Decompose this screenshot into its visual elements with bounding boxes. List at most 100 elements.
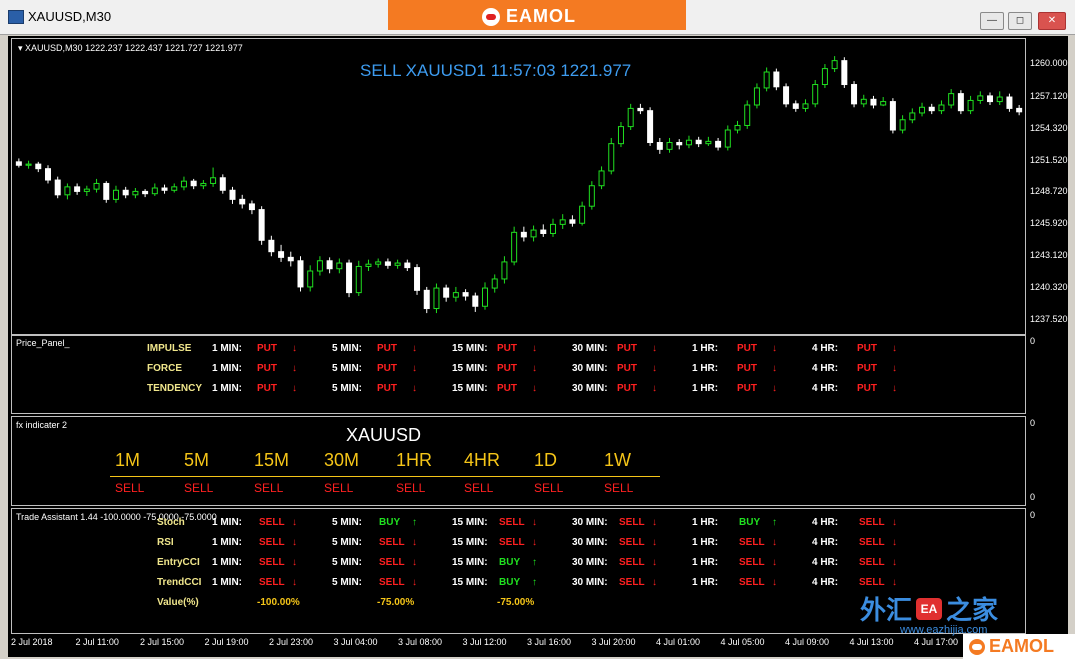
timeframe-label: 5 MIN: (332, 363, 362, 374)
candle-body (64, 186, 71, 196)
candle-body (501, 261, 508, 280)
candle-body (491, 278, 498, 289)
brand-logo-icon (482, 7, 500, 26)
down-arrow-icon: ↓ (412, 537, 417, 548)
down-arrow-icon: ↓ (292, 537, 297, 548)
down-arrow-icon: ↓ (532, 517, 537, 528)
down-arrow-icon: ↓ (532, 343, 537, 354)
candle-body (802, 103, 809, 109)
candle-body (35, 163, 42, 170)
down-arrow-icon: ↓ (412, 363, 417, 374)
sell-signal: SELL (619, 557, 645, 568)
fx-sell-signal: SELL (604, 481, 634, 495)
time-tick-label: 2 Jul 19:00 (204, 637, 249, 647)
candle-body (880, 101, 887, 106)
chart-area[interactable]: ▾ XAUUSD,M30 1222.237 1222.437 1221.727 … (8, 36, 1068, 657)
maximize-button[interactable]: ◻ (1008, 12, 1032, 30)
candle-body (384, 261, 391, 266)
timeframe-label: 5 MIN: (332, 343, 362, 354)
candle-body (744, 104, 751, 126)
candle-body (617, 126, 624, 145)
timeframe-label: 4 HR: (812, 383, 839, 394)
timeframe-label: 4 HR: (812, 343, 839, 354)
candle-body (161, 187, 168, 191)
fx-timeframe-label: 30M (324, 450, 360, 470)
candle-body (219, 177, 226, 191)
down-arrow-icon: ↓ (892, 383, 897, 394)
fx-sell-signal: SELL (464, 481, 494, 495)
sell-signal: SELL (259, 557, 285, 568)
up-arrow-icon: ↑ (412, 517, 417, 528)
candle-body (278, 251, 285, 258)
candle-body (93, 182, 100, 190)
down-arrow-icon: ↓ (412, 343, 417, 354)
candle-body (627, 107, 634, 128)
timeframe-label: 1 MIN: (212, 383, 242, 394)
candle-body (336, 262, 343, 270)
time-axis[interactable]: 2 Jul 2018 2 Jul 11:00 2 Jul 15:00 2 Jul 19… (11, 634, 1024, 654)
fx-sell-signal: SELL (396, 481, 426, 495)
down-arrow-icon: ↓ (772, 383, 777, 394)
time-tick-label: 2 Jul 2018 (11, 637, 53, 647)
candle-body (996, 96, 1003, 103)
price-panel-scale-zero: 0 (1030, 336, 1036, 346)
timeframe-label: 1 HR: (692, 557, 719, 568)
candle-body (15, 161, 22, 166)
put-signal: PUT (737, 363, 757, 374)
buy-signal: BUY (499, 577, 521, 588)
candle-body (462, 292, 469, 297)
sell-signal: SELL (259, 577, 285, 588)
sell-signal: SELL (739, 537, 765, 548)
sell-signal: SELL (859, 557, 885, 568)
price-chart-panel[interactable]: ▾ XAUUSD,M30 1222.237 1222.437 1221.727 … (11, 38, 1026, 336)
candle-body (1006, 96, 1013, 109)
candlestick-series (15, 56, 1023, 314)
down-arrow-icon: ↓ (292, 557, 297, 568)
timeframe-label: 5 MIN: (332, 557, 362, 568)
candle-body (831, 60, 838, 70)
down-arrow-icon: ↓ (292, 343, 297, 354)
candle-body (355, 265, 362, 294)
watermark-badge: EA (916, 597, 943, 620)
candle-body (1016, 107, 1023, 113)
value-percent: -75.00% (377, 597, 415, 608)
fx-timeframe-label: 1HR (396, 450, 433, 470)
down-arrow-icon: ↓ (892, 557, 897, 568)
down-arrow-icon: ↓ (532, 537, 537, 548)
sell-signal: SELL (259, 517, 285, 528)
close-button[interactable]: ✕ (1038, 12, 1066, 30)
down-arrow-icon: ↓ (652, 363, 657, 374)
sell-signal: SELL (379, 557, 405, 568)
sell-signal: SELL (619, 517, 645, 528)
time-tick-label: 2 Jul 23:00 (269, 637, 314, 647)
value-percent: -75.00% (497, 597, 535, 608)
candle-body (365, 263, 372, 267)
put-signal: PUT (857, 363, 877, 374)
time-tick-label: 4 Jul 17:00 (914, 637, 959, 647)
put-signal: PUT (257, 383, 277, 394)
price-scale[interactable]: 1260.000 1257.120 1254.320 1251.520 1248.720… (1025, 38, 1068, 334)
watermark-text-2: 之家 (946, 595, 999, 625)
down-arrow-icon: ↓ (892, 343, 897, 354)
candle-body (248, 203, 255, 211)
down-arrow-icon: ↓ (772, 557, 777, 568)
put-signal: PUT (497, 383, 517, 394)
buy-signal: BUY (739, 517, 761, 528)
candle-body (452, 292, 459, 298)
minimize-button[interactable]: — (980, 12, 1004, 30)
down-arrow-icon: ↓ (292, 577, 297, 588)
candle-body (443, 287, 450, 298)
sell-signal: SELL (499, 517, 525, 528)
down-arrow-icon: ↓ (652, 383, 657, 394)
price-panel-row-label: FORCE (147, 363, 182, 374)
candle-body (656, 142, 663, 150)
candle-body (579, 205, 586, 224)
candle-body (841, 60, 848, 86)
candle-body (821, 68, 828, 86)
sell-signal: SELL (619, 577, 645, 588)
candle-body (967, 99, 974, 112)
timeframe-label: 30 MIN: (572, 557, 608, 568)
down-arrow-icon: ↓ (892, 537, 897, 548)
timeframe-label: 30 MIN: (572, 343, 608, 354)
timeframe-label: 15 MIN: (452, 537, 488, 548)
